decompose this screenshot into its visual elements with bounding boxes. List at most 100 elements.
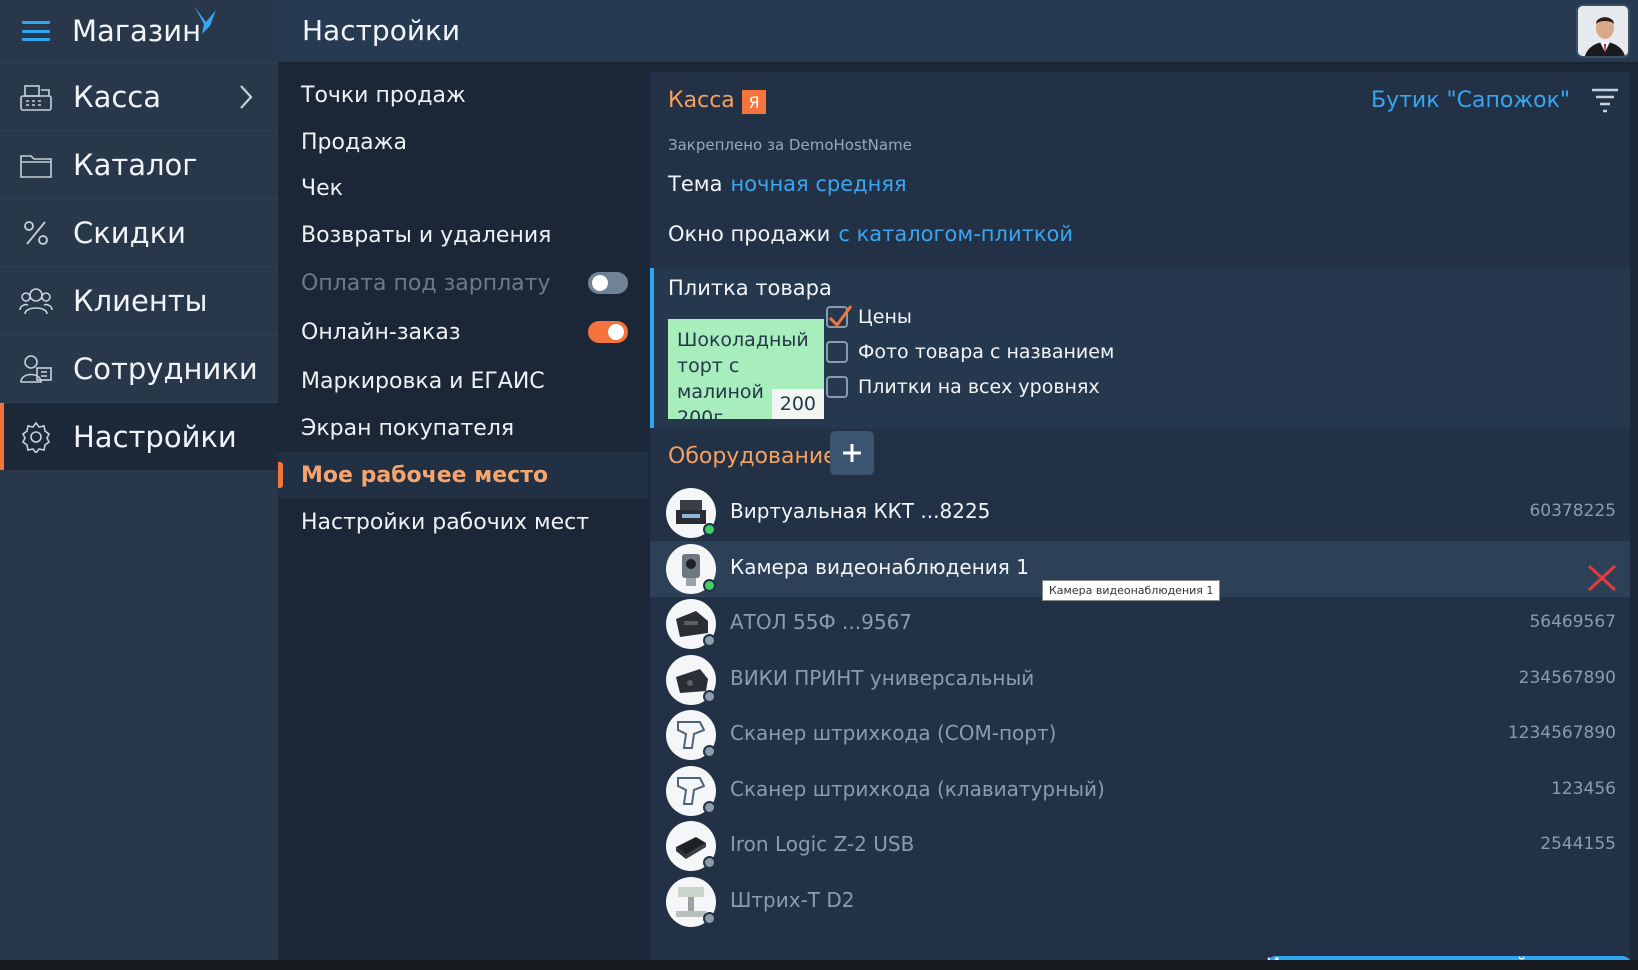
sidebar-item-settings[interactable]: Настройки xyxy=(0,402,278,470)
salary-payment-toggle[interactable] xyxy=(588,272,628,294)
submenu-item-sale[interactable]: Продажа xyxy=(278,119,648,165)
option-photo-with-name[interactable]: Фото товара с названием xyxy=(826,341,1114,363)
sidebar-item-kassa[interactable]: Касса xyxy=(0,62,278,130)
submenu-item-my-workplace[interactable]: Мое рабочее место xyxy=(278,452,648,498)
product-tile-preview: Шоколадный торт с малиной 200г 200 xyxy=(668,319,824,429)
status-offline-dot xyxy=(703,634,716,647)
status-offline-dot xyxy=(703,745,716,758)
device-row[interactable]: АТОЛ 55Ф ...9567 56469567 xyxy=(650,596,1638,652)
status-online-dot xyxy=(703,523,716,536)
tiles-all-levels-checkbox[interactable] xyxy=(826,376,848,398)
sidebar-item-discounts[interactable]: Скидки xyxy=(0,198,278,266)
sidebar-item-employees[interactable]: Сотрудники xyxy=(0,334,278,402)
app-title: Магазин xyxy=(72,14,202,48)
sidebar-item-label: Скидки xyxy=(73,215,187,250)
device-name: ВИКИ ПРИНТ универсальный xyxy=(730,666,1035,690)
submenu-item-points-of-sale[interactable]: Точки продаж xyxy=(278,72,648,118)
user-avatar[interactable] xyxy=(1576,4,1630,58)
pinned-host-text: Закреплено за DemoHostName xyxy=(668,136,912,154)
photo-with-name-checkbox[interactable] xyxy=(826,341,848,363)
submenu-item-label: Возвраты и удаления xyxy=(301,222,552,248)
sidebar-item-label: Клиенты xyxy=(73,283,208,318)
clients-icon xyxy=(18,283,54,319)
sidebar-item-label: Каталог xyxy=(73,147,198,182)
option-label: Цены xyxy=(858,306,912,328)
equipment-title: Оборудование xyxy=(668,444,837,469)
device-row[interactable]: Сканер штрихкода (COM-порт) 1234567890 xyxy=(650,707,1638,763)
device-serial: 234567890 xyxy=(1518,668,1616,688)
cash-register-icon xyxy=(18,79,54,115)
page-title: Настройки xyxy=(302,14,461,47)
online-order-toggle[interactable] xyxy=(588,321,628,343)
submenu-item-label: Чек xyxy=(301,175,343,201)
delete-icon[interactable] xyxy=(1586,563,1618,593)
sidebar-item-catalog[interactable]: Каталог xyxy=(0,130,278,198)
device-serial: 2544155 xyxy=(1540,834,1616,854)
device-serial: 123456 xyxy=(1551,779,1616,799)
kassa-badge: Я xyxy=(742,90,766,114)
device-row[interactable]: Iron Logic Z-2 USB 2544155 xyxy=(650,818,1638,874)
device-row[interactable]: ВИКИ ПРИНТ универсальный 234567890 xyxy=(650,652,1638,708)
status-offline-dot xyxy=(703,801,716,814)
submenu-item-returns[interactable]: Возвраты и удаления xyxy=(278,212,648,258)
option-prices[interactable]: Цены xyxy=(826,305,912,328)
device-row[interactable]: Виртуальная ККТ ...8225 60378225 xyxy=(650,485,1638,541)
device-name: Камера видеонаблюдения 1 xyxy=(730,555,1029,579)
product-tile-section: Плитка товара Шоколадный торт с малиной … xyxy=(650,268,1638,429)
submenu-item-label: Продажа xyxy=(301,129,407,155)
scrollbar[interactable] xyxy=(1630,64,1638,970)
device-name: Сканер штрихкода (COM-порт) xyxy=(730,721,1057,745)
product-tile-header: Плитка товара xyxy=(668,276,832,300)
device-serial: 56469567 xyxy=(1529,612,1616,632)
submenu-item-receipt[interactable]: Чек xyxy=(278,165,648,211)
status-offline-dot xyxy=(703,912,716,925)
device-name: Штрих-Т D2 xyxy=(730,888,855,912)
status-online-dot xyxy=(703,579,716,592)
brand-bar: Магазин xyxy=(0,0,278,62)
device-serial: 1234567890 xyxy=(1507,723,1616,743)
submenu-item-label: Мое рабочее место xyxy=(301,462,549,488)
status-offline-dot xyxy=(703,856,716,869)
sidebar-item-label: Настройки xyxy=(73,419,237,454)
add-equipment-button[interactable] xyxy=(830,431,874,475)
hamburger-menu-icon[interactable] xyxy=(22,21,50,41)
main-sidebar: Магазин Касса Каталог Скидки Клиенты Сот… xyxy=(0,0,278,970)
theme-value-link[interactable]: ночная средняя xyxy=(730,172,906,196)
submenu-item-label: Маркировка и ЕГАИС xyxy=(301,368,545,394)
option-label: Плитки на всех уровнях xyxy=(858,376,1100,398)
submenu-item-label: Оплата под зарплату xyxy=(301,270,551,296)
chevron-right-icon xyxy=(240,85,253,109)
submenu-item-salary-payment[interactable]: Оплата под зарплату xyxy=(278,260,648,306)
device-row[interactable]: Сканер штрихкода (клавиатурный) 123456 xyxy=(650,763,1638,819)
device-row[interactable]: Штрих-Т D2 xyxy=(650,874,1638,930)
theme-label: Тема xyxy=(668,172,723,196)
submenu-item-online-order[interactable]: Онлайн-заказ xyxy=(278,309,648,355)
tile-price: 200 xyxy=(771,389,824,419)
store-link[interactable]: Бутик "Сапожок" xyxy=(1371,88,1570,113)
filter-list-icon[interactable] xyxy=(1590,86,1620,114)
top-header: Настройки xyxy=(278,0,1638,64)
bird-logo-icon xyxy=(194,6,216,34)
tile-name-line-1: Шоколадный xyxy=(677,329,809,351)
sale-window-value-link[interactable]: с каталогом-плиткой xyxy=(838,222,1073,246)
submenu-item-label: Онлайн-заказ xyxy=(301,319,461,345)
option-tiles-all-levels[interactable]: Плитки на всех уровнях xyxy=(826,376,1100,398)
device-serial: 60378225 xyxy=(1529,501,1616,521)
sale-window-label: Окно продажи xyxy=(668,222,831,246)
sidebar-item-clients[interactable]: Клиенты xyxy=(0,266,278,334)
submenu-item-customer-screen[interactable]: Экран покупателя xyxy=(278,405,648,451)
sidebar-item-label: Касса xyxy=(73,79,162,114)
plus-icon xyxy=(843,444,861,462)
percent-icon xyxy=(18,215,54,251)
folder-icon xyxy=(18,147,54,183)
status-offline-dot xyxy=(703,690,716,703)
workplace-panel: Касса Я Бутик "Сапожок" Закреплено за De… xyxy=(650,72,1638,970)
submenu-item-label: Настройки рабочих мест xyxy=(301,509,590,535)
submenu-item-workplace-settings[interactable]: Настройки рабочих мест xyxy=(278,499,648,545)
submenu-item-marking-egais[interactable]: Маркировка и ЕГАИС xyxy=(278,358,648,404)
device-name: АТОЛ 55Ф ...9567 xyxy=(730,610,913,634)
prices-checkbox[interactable] xyxy=(826,305,853,328)
submenu-item-label: Точки продаж xyxy=(301,82,466,108)
sidebar-item-label: Сотрудники xyxy=(73,351,258,386)
device-name: Iron Logic Z-2 USB xyxy=(730,832,915,856)
